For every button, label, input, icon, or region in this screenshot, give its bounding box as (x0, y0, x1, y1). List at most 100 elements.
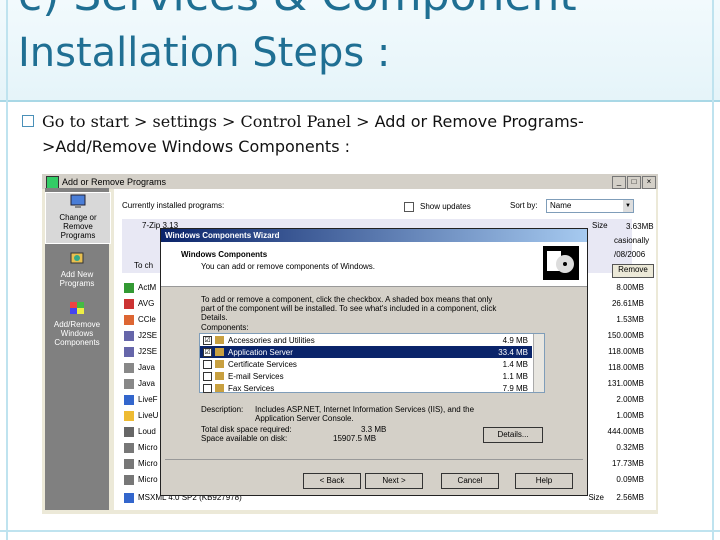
cancel-button[interactable]: Cancel (441, 473, 499, 489)
disk-available-label: Space available on disk: (201, 434, 288, 443)
description-text-1: Includes ASP.NET, Internet Information S… (255, 405, 475, 414)
wizard-heading: Windows Components (181, 250, 268, 259)
wizard-instructions-1: To add or remove a component, click the … (201, 295, 493, 304)
sort-by-select[interactable]: Name ▼ (546, 199, 634, 213)
size-label: Size (588, 493, 604, 502)
component-row[interactable]: ☑ Application Server 33.4 MB (200, 346, 532, 358)
components-label: Components: (201, 323, 249, 332)
program-size: 118.00MB (608, 347, 644, 356)
component-row[interactable]: ☑ Accessories and Utilities 4.9 MB (200, 334, 532, 346)
component-size: 33.4 MB (498, 348, 528, 357)
sort-by-label: Sort by: (510, 201, 538, 210)
component-size: 1.4 MB (502, 360, 528, 369)
show-updates-label: Show updates (420, 202, 471, 211)
sort-by-value: Name (550, 201, 572, 210)
program-size: 118.00MB (608, 363, 644, 372)
bullet-icon (22, 115, 34, 127)
nav-label: Add New Programs (59, 270, 95, 288)
add-programs-icon (70, 252, 84, 264)
component-checkbox[interactable] (203, 372, 212, 381)
program-icon (124, 395, 134, 405)
minimize-button[interactable]: _ (612, 176, 626, 189)
component-icon (215, 360, 224, 368)
next-button[interactable]: Next > (365, 473, 423, 489)
component-name: Certificate Services (228, 360, 297, 369)
components-list[interactable]: ☑ Accessories and Utilities 4.9 MB ☑ Applic… (199, 333, 545, 393)
currently-installed-label: Currently installed programs: (122, 201, 225, 210)
program-size: 1.00MB (616, 411, 644, 420)
close-button[interactable]: × (642, 176, 656, 189)
maximize-button[interactable]: □ (627, 176, 641, 189)
add-remove-programs-window: Add or Remove Programs _ □ × Change or R… (42, 174, 658, 514)
program-name: CCle (138, 315, 156, 324)
left-nav: Change or Remove Programs Add New Progra… (45, 188, 111, 510)
chevron-down-icon: ▼ (623, 200, 633, 212)
program-icon (124, 411, 134, 421)
nav-windows-components[interactable]: Add/Remove Windows Components (45, 300, 109, 350)
program-name: Micro (138, 475, 158, 484)
description-text-2: Application Server Console. (255, 414, 354, 423)
wizard-titlebar: Windows Components Wizard (161, 229, 587, 242)
component-icon (215, 336, 224, 344)
component-checkbox[interactable] (203, 384, 212, 393)
program-name: J2SE (138, 331, 158, 340)
component-row[interactable]: E-mail Services 1.1 MB (200, 370, 532, 382)
component-name: Fax Services (228, 384, 275, 393)
details-button[interactable]: Details... (483, 427, 543, 443)
program-icon (124, 347, 134, 357)
component-checkbox[interactable] (203, 360, 212, 369)
program-name: ActM (138, 283, 157, 292)
program-icon (124, 331, 134, 341)
program-size: 17.73MB (611, 459, 644, 468)
nav-label: Change or Remove Programs (59, 213, 97, 240)
remove-button[interactable]: Remove (612, 264, 654, 278)
windows-components-icon (70, 302, 84, 314)
size-label: Size (592, 221, 608, 230)
program-icon (124, 459, 134, 469)
program-size: 131.00MB (607, 379, 644, 388)
component-row[interactable]: Certificate Services 1.4 MB (200, 358, 532, 370)
wizard-instructions-2: part of the component will be installed.… (201, 304, 497, 313)
size-value-top: 3.63MB (626, 222, 654, 231)
component-name: Accessories and Utilities (228, 336, 315, 345)
program-name: Micro (138, 443, 158, 452)
program-size: 8.00MB (616, 283, 644, 292)
program-size: 2.00MB (616, 395, 644, 404)
component-checkbox[interactable]: ☑ (203, 348, 212, 357)
program-size: 0.32MB (616, 443, 644, 452)
back-button[interactable]: < Back (303, 473, 361, 489)
nav-change-remove[interactable]: Change or Remove Programs (45, 192, 111, 244)
bullet-text-line2: >Add/Remove Windows Components : (42, 137, 350, 156)
program-size: 1.53MB (616, 315, 644, 324)
date-value: /08/2006 (614, 250, 646, 259)
component-size: 4.9 MB (502, 336, 528, 345)
program-size: 26.61MB (611, 299, 644, 308)
component-name: E-mail Services (228, 372, 284, 381)
program-size: 0.09MB (616, 475, 644, 484)
program-icon (124, 283, 134, 293)
program-name: LiveF (138, 395, 158, 404)
window-title: Add or Remove Programs (62, 177, 167, 187)
used-text: casionally (614, 236, 650, 245)
wizard-header: Windows Components You can add or remove… (161, 242, 587, 287)
wizard-instructions-3: Details. (201, 313, 228, 322)
frame-line-right (712, 0, 714, 540)
program-icon (124, 363, 134, 373)
program-name: Micro (138, 459, 158, 468)
disk-available-value: 15907.5 MB (333, 434, 377, 443)
nav-add-new[interactable]: Add New Programs (45, 250, 109, 290)
show-updates-checkbox[interactable] (404, 202, 414, 212)
components-scrollbar[interactable] (533, 334, 544, 392)
program-name: Loud (138, 427, 156, 436)
program-name: J2SE (138, 347, 158, 356)
frame-line-bottom (0, 530, 720, 532)
component-icon (215, 348, 224, 356)
program-name: Java (138, 363, 155, 372)
help-button[interactable]: Help (515, 473, 573, 489)
bullet-serif-text: Go to start > settings > Control Panel > (42, 112, 375, 131)
bullet-sans-text: Add or Remove Programs- (374, 112, 584, 131)
component-row[interactable]: Fax Services 7.9 MB (200, 382, 532, 394)
program-icon (124, 493, 134, 503)
component-checkbox[interactable]: ☑ (203, 336, 212, 345)
program-size: 2.56MB (616, 493, 644, 502)
